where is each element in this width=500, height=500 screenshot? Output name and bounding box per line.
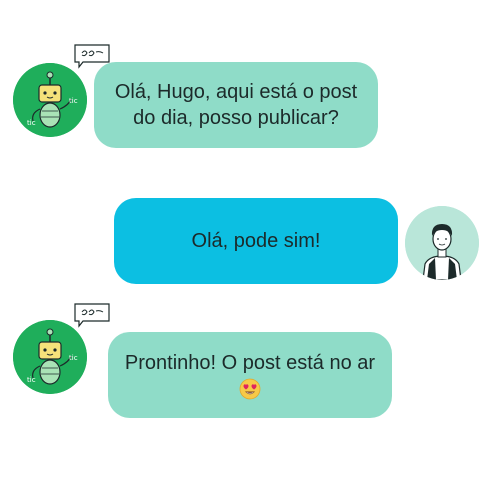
heart-eyes-emoji-icon bbox=[239, 378, 261, 400]
bot-message-text: Prontinho! O post está no ar bbox=[124, 352, 376, 374]
user-avatar bbox=[405, 206, 479, 280]
svg-text:tic: tic bbox=[69, 354, 78, 362]
svg-text:tic: tic bbox=[27, 376, 36, 384]
user-message-text: Olá, pode sim! bbox=[191, 230, 321, 252]
user-message-bubble: Olá, pode sim! bbox=[114, 198, 398, 284]
bot-message-text: Olá, Hugo, aqui está o post do dia, poss… bbox=[114, 81, 358, 129]
svg-text:tic: tic bbox=[69, 97, 78, 105]
robot-icon: tic tic bbox=[13, 320, 87, 394]
bot-avatar: tic tic bbox=[13, 63, 87, 137]
bot-message-bubble: Prontinho! O post está no ar bbox=[108, 332, 392, 418]
man-avatar-icon bbox=[405, 206, 479, 280]
speech-bubble-doodle-icon bbox=[74, 303, 110, 328]
bot-message-bubble: Olá, Hugo, aqui está o post do dia, poss… bbox=[94, 62, 378, 148]
bot-avatar: tic tic bbox=[13, 320, 87, 394]
robot-icon: tic tic bbox=[13, 63, 87, 137]
svg-text:tic: tic bbox=[27, 119, 36, 127]
